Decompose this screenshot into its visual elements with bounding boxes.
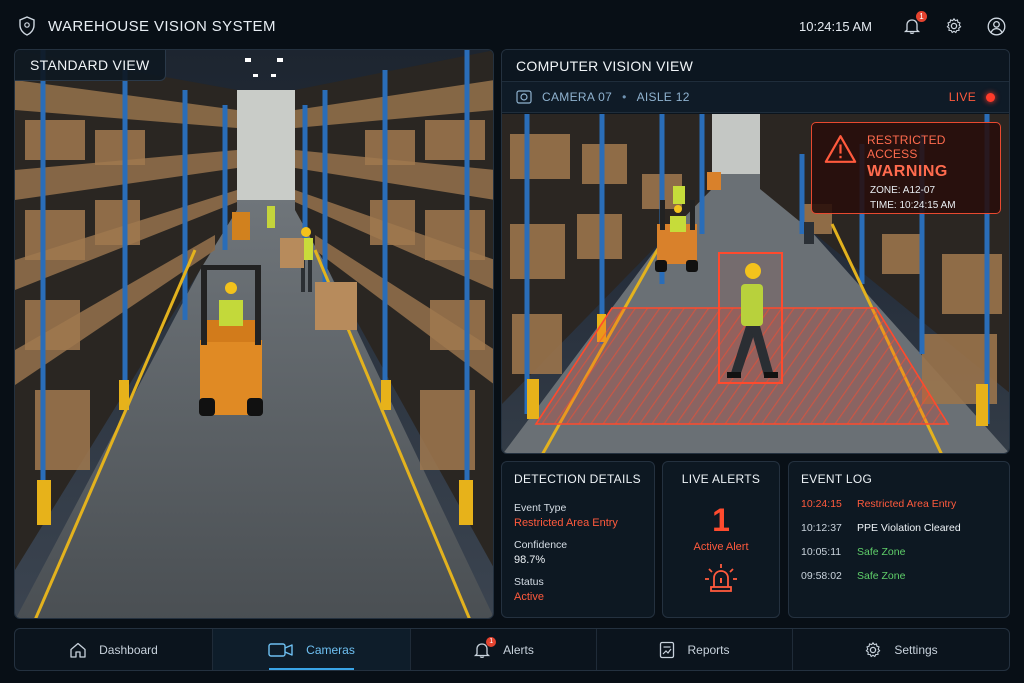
nav-alerts[interactable]: 1 Alerts: [411, 629, 597, 670]
camera-icon[interactable]: [516, 90, 532, 104]
clock: 10:24:15 AM: [799, 18, 872, 34]
separator-dot: •: [622, 90, 627, 104]
nav-dashboard-label: Dashboard: [99, 642, 158, 657]
standard-view-label: STANDARD VIEW: [15, 50, 166, 81]
alert-count: 1: [712, 502, 730, 538]
log-row[interactable]: 10:24:15 Restricted Area Entry: [801, 498, 997, 510]
log-event: PPE Violation Cleared: [857, 522, 961, 534]
notifications-button[interactable]: 1: [902, 11, 927, 36]
status-value: Active: [514, 591, 544, 603]
alert-subtitle: Active Alert: [693, 541, 749, 553]
gear-icon: [946, 17, 962, 34]
nav-dashboard[interactable]: Dashboard: [15, 629, 213, 670]
report-icon: [660, 641, 675, 658]
log-time: 09:58:02: [801, 570, 842, 582]
bottom-nav: Dashboard Cameras 1 Alerts Reports Setti…: [14, 628, 1010, 671]
aisle-id: AISLE 12: [636, 90, 690, 104]
shield-icon: [19, 16, 35, 36]
nav-reports[interactable]: Reports: [597, 629, 793, 670]
live-indicator: LIVE: [949, 90, 995, 104]
live-alerts-title: LIVE ALERTS: [681, 472, 761, 486]
live-dot: [986, 92, 995, 102]
event-log-card: EVENT LOG 10:24:15 Restricted Area Entry…: [788, 461, 1010, 618]
app-title: WAREHOUSE VISION SYSTEM: [48, 17, 276, 35]
nav-settings[interactable]: Settings: [793, 629, 1009, 670]
cv-view-label: COMPUTER VISION VIEW: [502, 50, 1009, 80]
log-time: 10:05:11: [801, 546, 842, 558]
log-event: Safe Zone: [857, 546, 906, 558]
siren-icon: [705, 564, 737, 592]
log-row[interactable]: 09:58:02 Safe Zone: [801, 570, 997, 582]
brand: WAREHOUSE VISION SYSTEM: [18, 16, 276, 36]
home-icon: [70, 642, 86, 658]
nav-cameras-label: Cameras: [306, 642, 355, 657]
restricted-access-warning: RESTRICTED ACCESS WARNING ZONE: A12-07 T…: [811, 122, 1001, 214]
live-alerts-card[interactable]: LIVE ALERTS 1 Active Alert: [662, 461, 780, 618]
log-time: 10:12:37: [801, 522, 842, 534]
nav-cameras[interactable]: Cameras: [213, 629, 411, 670]
detection-details-title: DETECTION DETAILS: [514, 472, 641, 486]
nav-reports-label: Reports: [687, 642, 730, 657]
nav-alerts-label: Alerts: [503, 642, 534, 657]
confidence-label: Confidence: [514, 539, 568, 551]
warning-time: TIME: 10:24:15 AM: [870, 200, 956, 211]
event-log-title: EVENT LOG: [801, 472, 873, 486]
nav-alerts-icon-wrap: 1: [473, 636, 497, 659]
warning-headline: WARNING: [866, 163, 948, 180]
user-button[interactable]: [986, 16, 1006, 36]
settings-button[interactable]: [944, 16, 964, 36]
nav-settings-label: Settings: [894, 642, 938, 657]
event-type-value: Restricted Area Entry: [514, 517, 618, 529]
log-time: 10:24:15: [801, 498, 842, 510]
warning-triangle-icon: [824, 135, 857, 163]
top-bar: WAREHOUSE VISION SYSTEM 10:24:15 AM 1: [0, 0, 1024, 52]
nav-alerts-badge: 1: [486, 636, 497, 647]
live-label: LIVE: [948, 90, 976, 104]
standard-camera-feed: [15, 50, 493, 618]
camera-info-bar: CAMERA 07 • AISLE 12 LIVE: [502, 81, 1009, 113]
log-event: Safe Zone: [857, 570, 906, 582]
confidence-value: 98.7%: [514, 554, 546, 566]
warning-title: RESTRICTED ACCESS: [866, 133, 946, 161]
user-circle-icon: [987, 17, 1005, 35]
top-right-controls: 10:24:15 AM 1: [799, 11, 1006, 36]
log-row[interactable]: 10:05:11 Safe Zone: [801, 546, 997, 558]
camera-id: CAMERA 07: [542, 90, 613, 104]
event-type-label: Event Type: [514, 502, 567, 514]
log-event: Restricted Area Entry: [857, 498, 957, 510]
cv-view-panel: COMPUTER VISION VIEW CAMERA 07 • AISLE 1…: [501, 49, 1010, 454]
video-camera-icon: [268, 642, 293, 657]
notification-badge: 1: [916, 11, 927, 22]
gear-icon: [865, 641, 881, 657]
log-row[interactable]: 10:12:37 PPE Violation Cleared: [801, 522, 997, 534]
standard-view-panel: STANDARD VIEW: [14, 49, 494, 619]
warning-zone: ZONE: A12-07: [870, 185, 936, 196]
detection-details-card: DETECTION DETAILS Event Type Restricted …: [501, 461, 655, 618]
event-log-list: 10:24:15 Restricted Area Entry 10:12:37 …: [801, 498, 997, 582]
status-label: Status: [514, 576, 544, 588]
